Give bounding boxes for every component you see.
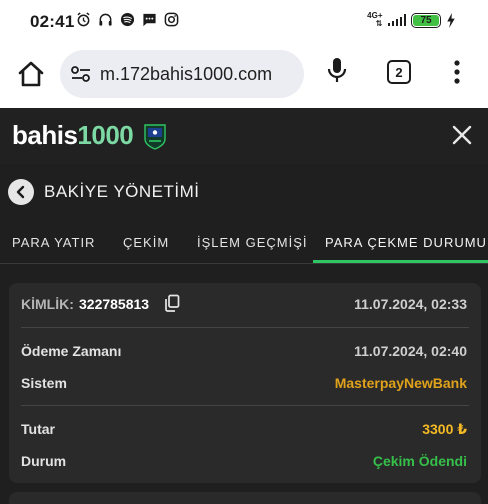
system-row: Sistem MasterpayNewBank [9, 371, 481, 395]
signal-icon [387, 14, 406, 26]
crest-icon [144, 123, 166, 150]
battery-level: 75 [413, 14, 439, 26]
close-icon[interactable] [450, 123, 474, 147]
system-indicators: 4G+ ⇅ 75 [367, 12, 456, 28]
status-row: Durum Çekim Ödendi [9, 449, 481, 473]
tab-switcher-button[interactable]: 2 [387, 60, 411, 84]
spotify-icon [120, 12, 135, 27]
home-icon[interactable] [16, 59, 46, 89]
tab-withdrawal-status[interactable]: PARA ÇEKME DURUMU [325, 220, 487, 264]
status-value: Çekim Ödendi [372, 453, 467, 469]
amount-label: Tutar [21, 421, 55, 437]
id-row: KİMLİK: 322785813 11.07.2024, 02:33 [9, 292, 481, 316]
status-time: 02:41 [30, 12, 75, 31]
chevron-left-icon [16, 185, 25, 199]
alarm-icon [76, 12, 91, 27]
back-button[interactable] [8, 179, 34, 205]
transaction-card: KİMLİK: 322785813 11.07.2024, 02:33 Ödem… [9, 283, 481, 483]
divider [21, 327, 469, 328]
amount-value: 3300 ₺ [422, 421, 467, 437]
system-label: Sistem [21, 375, 67, 391]
instagram-icon [164, 12, 179, 27]
next-transaction-card [9, 492, 481, 504]
browser-toolbar: m.172bahis1000.com 2 [0, 42, 488, 108]
page-header: BAKİYE YÖNETİMİ [0, 164, 488, 220]
network-type: 4G+ ⇅ [367, 11, 383, 28]
active-tab-indicator [313, 260, 488, 263]
page-title: BAKİYE YÖNETİMİ [44, 182, 200, 201]
address-bar[interactable]: m.172bahis1000.com [60, 50, 304, 98]
site-logo[interactable]: bahis1000 [12, 120, 169, 151]
amount-row: Tutar 3300 ₺ [9, 417, 481, 441]
logo-text: bahis1000 [12, 120, 134, 150]
divider [21, 405, 469, 406]
notification-icons [76, 12, 179, 27]
status-bar: 02:41 4G+ ⇅ 75 [0, 0, 488, 42]
site-settings-icon[interactable] [70, 64, 92, 84]
payment-time-row: Ödeme Zamanı 11.07.2024, 02:40 [9, 339, 481, 363]
created-date: 11.07.2024, 02:33 [354, 296, 467, 312]
transaction-id: 322785813 [79, 296, 150, 312]
charging-icon [447, 12, 455, 28]
headset-icon [98, 12, 113, 27]
payment-time-label: Ödeme Zamanı [21, 343, 122, 359]
tab-bar: PARA YATIR ÇEKİM İŞLEM GEÇMİŞİ PARA ÇEKM… [0, 220, 488, 264]
id-label: KİMLİK: [21, 296, 74, 312]
overflow-menu-icon[interactable] [452, 58, 462, 86]
microphone-icon[interactable] [326, 56, 348, 84]
message-icon [142, 12, 157, 27]
tab-withdraw[interactable]: ÇEKİM [123, 220, 169, 264]
tab-deposit[interactable]: PARA YATIR [12, 220, 95, 264]
tab-transaction-history[interactable]: İŞLEM GEÇMİŞİ [197, 220, 308, 264]
payment-time-value: 11.07.2024, 02:40 [354, 343, 467, 359]
copy-icon[interactable] [164, 294, 180, 312]
url-text[interactable]: m.172bahis1000.com [100, 64, 272, 85]
status-label: Durum [21, 453, 67, 469]
system-value: MasterpayNewBank [334, 375, 467, 391]
site-header: bahis1000 [0, 108, 488, 164]
battery-icon: 75 [411, 12, 441, 28]
